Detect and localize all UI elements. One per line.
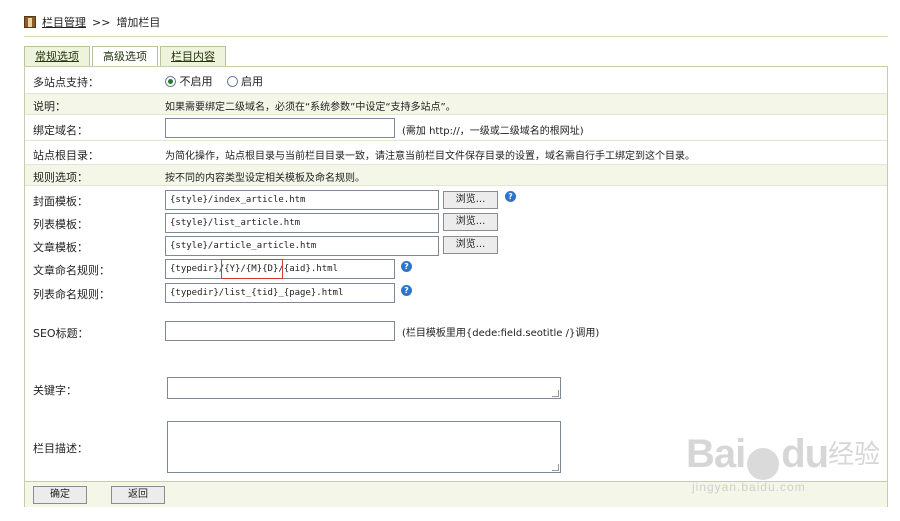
multisite-on-radio[interactable]: 启用 [226,75,263,88]
article-naming-label: 文章命名规则： [33,264,110,277]
breadcrumb-current: 增加栏目 [116,16,161,29]
site-root-label: 站点根目录： [33,149,99,162]
tab-general[interactable]: 常规选项 [24,46,90,66]
breadcrumb: 栏目管理 >> 增加栏目 [24,13,160,31]
note-label: 说明： [33,100,66,113]
breadcrumb-column-manage-link[interactable]: 栏目管理 [42,14,86,30]
keywords-row: 关键字： [25,372,887,402]
keywords-label: 关键字： [33,384,77,397]
rules-row: 规则选项： 按不同的内容类型设定相关模板及命名规则。 [25,165,887,186]
cover-template-input[interactable]: {style}/index_article.htm [165,190,439,210]
list-template-browse-button[interactable]: 浏览... [443,213,498,231]
keywords-textarea[interactable] [167,377,561,399]
cover-template-browse-button[interactable]: 浏览... [443,191,498,209]
list-naming-label: 列表命名规则： [33,288,110,301]
template-group: 封面模板： {style}/index_article.htm 浏览... ? … [25,186,887,256]
radio-unchecked-icon [226,76,238,87]
article-template-input[interactable]: {style}/article_article.htm [165,236,439,256]
breadcrumb-separator: >> [92,15,111,29]
seo-title-row: SEO标题： (栏目模板里用{dede:field.seotitle /}调用) [25,317,887,345]
bind-domain-row: 绑定域名： (需加 http://，一级或二级域名的根网址) [25,115,887,141]
breadcrumb-divider [24,36,888,37]
multisite-options: 不启用 启用 [165,73,263,89]
cover-template-help-icon[interactable]: ? [505,191,516,202]
bind-domain-hint: (需加 http://，一级或二级域名的根网址) [402,126,584,137]
note-row: 说明： 如果需要绑定二级域名，必须在“系统参数”中设定“支持多站点”。 [25,94,887,115]
cover-template-label: 封面模板： [33,195,88,208]
tab-column-content[interactable]: 栏目内容 [160,46,226,66]
tab-advanced[interactable]: 高级选项 [92,46,158,66]
paw-icon [747,448,780,481]
article-template-label: 文章模板： [33,241,88,254]
list-template-label: 列表模板： [33,218,88,231]
description-textarea[interactable] [167,421,561,473]
naming-highlight: {Y}/{M}{D}/ [224,264,284,274]
list-naming-help-icon[interactable]: ? [401,285,412,296]
site-root-row: 站点根目录： 为简化操作，站点根目录与当前栏目目录一致，请注意当前栏目文件保存目… [25,141,887,165]
article-naming-help-icon[interactable]: ? [401,261,412,272]
confirm-button[interactable]: 确定 [33,486,87,504]
article-template-browse-button[interactable]: 浏览... [443,236,498,254]
description-label: 栏目描述： [33,442,88,455]
radio-checked-icon [165,76,176,87]
bind-domain-input[interactable] [165,118,395,138]
note-text: 如果需要绑定二级域名，必须在“系统参数”中设定“支持多站点”。 [165,102,456,113]
multisite-off-radio[interactable]: 不启用 [165,75,216,88]
list-naming-input[interactable]: {typedir}/list_{tid}_{page}.html [165,283,395,303]
tab-bar: 常规选项 高级选项 栏目内容 [24,46,226,66]
seo-title-hint: (栏目模板里用{dede:field.seotitle /}调用) [402,328,600,339]
naming-group: 文章命名规则： {typedir}/{Y}/{M}{D}/{aid}.html … [25,256,887,306]
multisite-label: 多站点支持： [33,76,99,89]
rules-label: 规则选项： [33,171,88,184]
book-icon [24,16,36,28]
baidu-jingyan-watermark: Bai du经验 jingyan.baidu.com [686,432,881,495]
seo-title-input[interactable] [165,321,395,341]
rules-text: 按不同的内容类型设定相关模板及命名规则。 [165,173,365,184]
bind-domain-label: 绑定域名： [33,124,88,137]
multisite-row: 多站点支持： 不启用 启用 [25,67,887,94]
article-naming-input[interactable]: {typedir}/{Y}/{M}{D}/{aid}.html [165,259,395,279]
back-button[interactable]: 返回 [111,486,165,504]
site-root-text: 为简化操作，站点根目录与当前栏目目录一致，请注意当前栏目文件保存目录的设置，域名… [165,151,695,162]
list-template-input[interactable]: {style}/list_article.htm [165,213,439,233]
seo-title-label: SEO标题： [33,327,89,340]
